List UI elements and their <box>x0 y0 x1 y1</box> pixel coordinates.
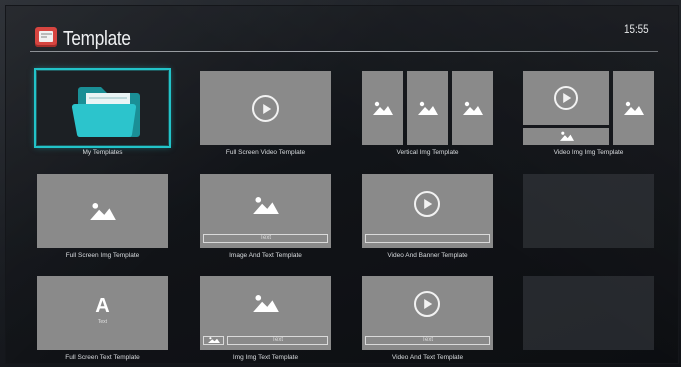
tile-caption: Vertical Img Template <box>396 149 459 156</box>
page-title: Template <box>63 28 131 50</box>
play-icon <box>414 291 440 317</box>
text-bar: Text <box>203 234 328 243</box>
image-icon <box>624 101 644 115</box>
header-divider <box>30 51 658 52</box>
tile-caption: Video And Banner Template <box>387 252 468 259</box>
tile-video-img-img[interactable]: Video Img Img Template <box>523 71 654 156</box>
tile-caption: Video Img Img Template <box>553 149 624 156</box>
text-letter-icon: A <box>95 295 110 317</box>
image-icon <box>207 337 220 343</box>
tile-caption: Full Screen Text Template <box>65 354 140 361</box>
tile-full-screen-text[interactable]: A Text Full Screen Text Template <box>37 276 168 361</box>
tile-full-screen-img[interactable]: Full Screen Img Template <box>37 174 168 259</box>
clock: 15:55 <box>624 22 649 36</box>
tile-caption: My Templates <box>82 149 123 156</box>
screen: Template 15:55 My Templates Full Screen … <box>0 0 681 367</box>
template-app-icon <box>35 27 57 47</box>
empty-placeholder <box>523 174 654 248</box>
image-icon <box>418 101 438 115</box>
image-icon <box>90 203 116 220</box>
image-icon <box>253 197 279 214</box>
image-icon <box>560 131 574 141</box>
text-sub-label: Text <box>97 319 108 325</box>
tile-video-and-text[interactable]: Text Video And Text Template <box>362 276 493 361</box>
image-icon <box>463 101 483 115</box>
tile-empty <box>523 174 654 248</box>
tile-caption: Video And Text Template <box>391 354 464 361</box>
tile-empty <box>523 276 654 350</box>
tile-caption: Image And Text Template <box>229 252 302 259</box>
play-icon <box>414 191 440 217</box>
play-icon <box>252 95 279 122</box>
play-icon <box>554 86 578 110</box>
tile-img-img-text[interactable]: Text Img Img Text Template <box>200 276 331 361</box>
image-icon <box>253 295 279 312</box>
tile-full-screen-video[interactable]: Full Screen Video Template <box>200 71 331 156</box>
tile-image-and-text[interactable]: Text Image And Text Template <box>200 174 331 259</box>
tile-vertical-img[interactable]: Vertical Img Template <box>362 71 493 156</box>
folder-icon <box>71 87 140 138</box>
tile-caption: Full Screen Video Template <box>225 149 306 156</box>
tile-caption: Img Img Text Template <box>232 354 299 361</box>
image-icon <box>373 101 393 115</box>
tile-caption: Full Screen Img Template <box>65 252 140 259</box>
small-image-bar <box>203 336 224 345</box>
banner-bar <box>365 234 490 243</box>
text-bar: Text <box>227 336 328 345</box>
tile-video-and-banner[interactable]: Video And Banner Template <box>362 174 493 259</box>
tile-my-templates[interactable]: My Templates <box>34 68 171 156</box>
text-bar: Text <box>365 336 490 345</box>
empty-placeholder <box>523 276 654 350</box>
